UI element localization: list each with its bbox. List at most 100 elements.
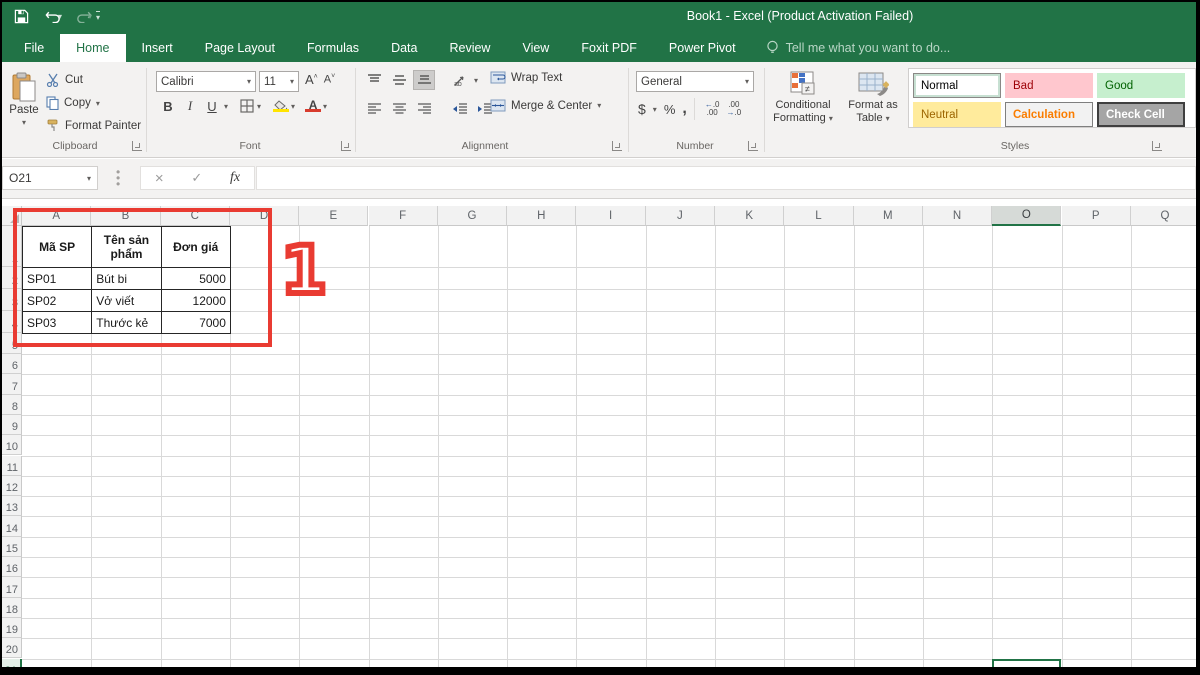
number-format-combo[interactable]: General▾ <box>636 71 754 92</box>
font-color-button[interactable]: A <box>305 100 321 112</box>
percent-format-button[interactable]: % <box>664 102 676 117</box>
row-header-12[interactable]: 12 <box>0 476 22 496</box>
insert-function-icon[interactable]: fx <box>230 170 240 186</box>
column-header-H[interactable]: H <box>507 206 576 226</box>
formula-bar-grip[interactable]: ••• <box>116 169 120 187</box>
tell-me-box[interactable]: Tell me what you want to do... <box>752 34 951 62</box>
redo-dropdown-icon[interactable]: ▾ <box>88 12 92 21</box>
copy-button[interactable]: Copy ▾ <box>46 93 100 113</box>
clipboard-dialog-launcher-icon[interactable] <box>132 141 142 151</box>
borders-dropdown-icon[interactable]: ▾ <box>257 102 261 111</box>
row-header-7[interactable]: 7 <box>0 374 22 394</box>
row-header-18[interactable]: 18 <box>0 598 22 618</box>
increase-decimal-icon[interactable]: ←.0.00 <box>705 101 720 117</box>
column-header-K[interactable]: K <box>715 206 784 226</box>
font-color-dropdown-icon[interactable]: ▾ <box>323 102 327 111</box>
alignment-dialog-launcher-icon[interactable] <box>612 141 622 151</box>
paste-button[interactable]: Paste ▾ <box>6 68 42 142</box>
column-header-G[interactable]: G <box>438 206 507 226</box>
column-header-J[interactable]: J <box>646 206 715 226</box>
borders-icon[interactable] <box>240 99 255 114</box>
align-center-icon[interactable] <box>388 99 410 119</box>
save-icon[interactable] <box>10 5 32 27</box>
wrap-text-button[interactable]: Wrap Text <box>490 71 562 84</box>
underline-button[interactable]: U <box>202 99 222 114</box>
align-left-icon[interactable] <box>363 99 385 119</box>
font-family-combo[interactable]: Calibri▾ <box>156 71 256 92</box>
column-header-E[interactable]: E <box>299 206 368 226</box>
selected-cell[interactable] <box>992 659 1061 668</box>
row-header-16[interactable]: 16 <box>0 557 22 577</box>
column-header-Q[interactable]: Q <box>1131 206 1200 226</box>
row-header-14[interactable]: 14 <box>0 516 22 536</box>
tab-file[interactable]: File <box>8 34 60 62</box>
row-header-8[interactable]: 8 <box>0 395 22 415</box>
currency-dropdown-icon[interactable]: ▾ <box>653 105 657 114</box>
row-header-20[interactable]: 20 <box>0 638 22 658</box>
column-header-O[interactable]: O <box>992 206 1061 226</box>
row-header-9[interactable]: 9 <box>0 415 22 435</box>
cell-style-bad[interactable]: Bad <box>1005 73 1093 98</box>
decrease-font-icon[interactable]: A˅ <box>324 73 335 86</box>
row-header-11[interactable]: 11 <box>0 456 22 476</box>
column-header-I[interactable]: I <box>576 206 645 226</box>
formula-input[interactable] <box>256 166 1196 190</box>
tab-formulas[interactable]: Formulas <box>291 34 375 62</box>
row-header-10[interactable]: 10 <box>0 435 22 455</box>
cell-style-check-cell[interactable]: Check Cell <box>1097 102 1185 127</box>
format-as-table-button[interactable]: Format as Table ▾ <box>840 68 906 142</box>
cell-style-calculation[interactable]: Calculation <box>1005 102 1093 127</box>
decrease-decimal-icon[interactable]: .00→.0 <box>727 101 742 117</box>
row-header-13[interactable]: 13 <box>0 496 22 516</box>
undo-dropdown-icon[interactable]: ▾ <box>58 12 62 21</box>
tab-power-pivot[interactable]: Power Pivot <box>653 34 752 62</box>
row-header-19[interactable]: 19 <box>0 618 22 638</box>
row-header-21[interactable]: 21 <box>0 659 22 668</box>
customize-qat-icon[interactable]: ▾ <box>96 11 100 22</box>
fill-color-button[interactable] <box>273 100 289 112</box>
cell-style-neutral[interactable]: Neutral <box>913 102 1001 127</box>
fill-color-dropdown-icon[interactable]: ▾ <box>291 102 295 111</box>
italic-button[interactable]: I <box>180 98 200 114</box>
column-header-L[interactable]: L <box>784 206 853 226</box>
cut-button[interactable]: Cut <box>46 70 83 90</box>
decrease-indent-icon[interactable] <box>449 99 471 119</box>
tab-home[interactable]: Home <box>60 34 125 62</box>
styles-dialog-launcher-icon[interactable] <box>1152 141 1162 151</box>
orientation-dropdown-icon[interactable]: ▾ <box>474 76 478 85</box>
enter-icon[interactable]: ✓ <box>191 170 202 186</box>
column-header-M[interactable]: M <box>854 206 923 226</box>
font-dialog-launcher-icon[interactable] <box>341 141 351 151</box>
font-size-combo[interactable]: 11▾ <box>259 71 299 92</box>
merge-center-button[interactable]: Merge & Center ▾ <box>490 99 601 112</box>
orientation-icon[interactable]: ab <box>449 70 471 90</box>
row-header-17[interactable]: 17 <box>0 577 22 597</box>
row-header-15[interactable]: 15 <box>0 537 22 557</box>
comma-format-button[interactable]: , <box>682 100 686 118</box>
tab-data[interactable]: Data <box>375 34 433 62</box>
tab-insert[interactable]: Insert <box>126 34 189 62</box>
tab-page-layout[interactable]: Page Layout <box>189 34 291 62</box>
column-header-P[interactable]: P <box>1062 206 1131 226</box>
tab-foxit-pdf[interactable]: Foxit PDF <box>565 34 653 62</box>
number-dialog-launcher-icon[interactable] <box>748 141 758 151</box>
column-header-F[interactable]: F <box>369 206 438 226</box>
bottom-align-icon[interactable] <box>413 70 435 90</box>
cell-style-good[interactable]: Good <box>1097 73 1185 98</box>
cancel-icon[interactable]: × <box>155 170 164 187</box>
increase-font-icon[interactable]: A˄ <box>305 72 318 87</box>
tab-review[interactable]: Review <box>433 34 506 62</box>
row-header-6[interactable]: 6 <box>0 354 22 374</box>
tab-view[interactable]: View <box>506 34 565 62</box>
cell-style-normal[interactable]: Normal <box>913 73 1001 98</box>
align-right-icon[interactable] <box>413 99 435 119</box>
conditional-formatting-button[interactable]: ≠ Conditional Formatting ▾ <box>770 68 836 142</box>
middle-align-icon[interactable] <box>388 70 410 90</box>
top-align-icon[interactable] <box>363 70 385 90</box>
currency-format-button[interactable]: $ <box>638 101 646 117</box>
bold-button[interactable]: B <box>158 99 178 114</box>
name-box[interactable]: O21 ▾ <box>2 166 98 190</box>
underline-dropdown-icon[interactable]: ▾ <box>224 102 228 111</box>
format-painter-button[interactable]: Format Painter <box>46 116 141 136</box>
column-header-N[interactable]: N <box>923 206 992 226</box>
